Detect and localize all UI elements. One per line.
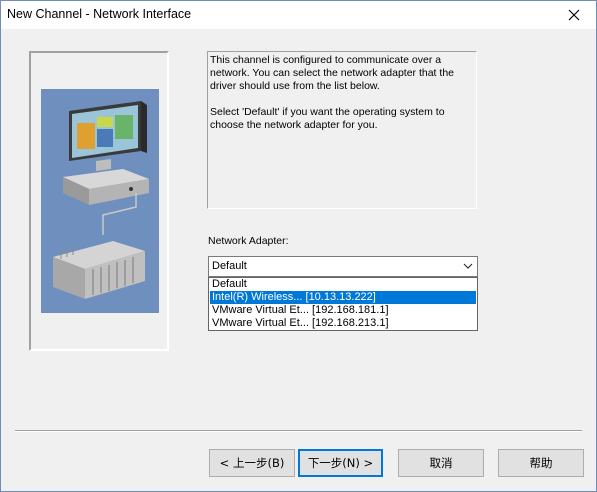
title-bar[interactable]: New Channel - Network Interface <box>1 1 596 29</box>
description-paragraph-2: Select 'Default' if you want the operati… <box>210 106 445 131</box>
combobox-value: Default <box>212 260 247 272</box>
network-adapter-dropdown-list: Default Intel(R) Wireless... [10.13.13.2… <box>208 277 478 331</box>
adapter-option-intel-wireless[interactable]: Intel(R) Wireless... [10.13.13.222] <box>210 291 476 304</box>
adapter-option-vmware-213[interactable]: VMware Virtual Et... [192.168.213.1] <box>210 317 476 330</box>
description-box: This channel is configured to communicat… <box>207 51 477 209</box>
close-icon <box>568 9 580 21</box>
window-title: New Channel - Network Interface <box>7 7 192 21</box>
close-button[interactable] <box>552 1 596 29</box>
next-button[interactable]: 下一步(N) > <box>298 449 383 477</box>
network-adapter-label: Network Adapter: <box>208 235 289 247</box>
dialog-window: New Channel - Network Interface This cha… <box>0 0 597 492</box>
computer-network-icon <box>53 101 149 299</box>
description-paragraph-1: This channel is configured to communicat… <box>210 54 454 92</box>
back-button[interactable]: < 上一步(B) <box>209 449 295 477</box>
network-illustration <box>41 89 159 313</box>
help-button[interactable]: 帮助 <box>498 449 584 477</box>
network-adapter-combobox[interactable]: Default <box>208 256 478 277</box>
adapter-option-vmware-181[interactable]: VMware Virtual Et... [192.168.181.1] <box>210 304 476 317</box>
chevron-down-icon[interactable] <box>463 261 473 271</box>
adapter-option-default[interactable]: Default <box>210 278 476 291</box>
cancel-button[interactable]: 取消 <box>398 449 484 477</box>
footer-separator <box>15 430 582 432</box>
